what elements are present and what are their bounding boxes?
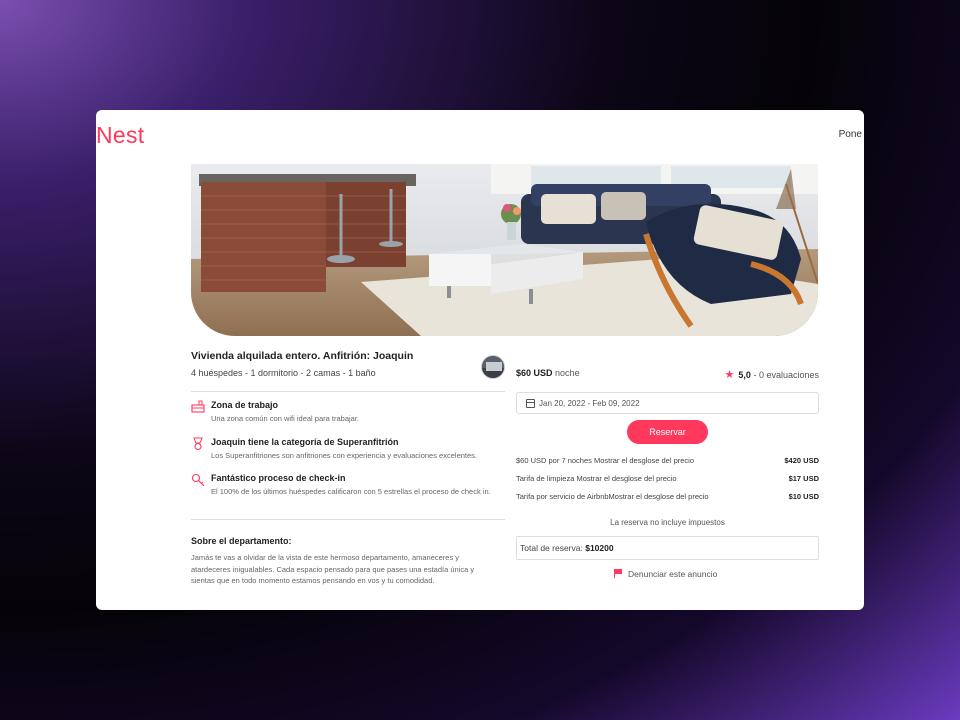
fee-label[interactable]: Tarifa de limpieza Mostrar el desglose d… <box>516 474 677 483</box>
header-menu-link[interactable]: Pone <box>839 129 862 140</box>
fee-amount: $10 USD <box>788 492 819 501</box>
listing-card: Nest Pone Vivienda alquilada entero. Anf… <box>96 110 864 610</box>
feature-title: Joaquin tiene la categoría de Superanfit… <box>211 437 399 447</box>
fee-row: Tarifa de limpieza Mostrar el desglose d… <box>516 474 819 483</box>
feature-description: Una zona común con wifi ideal para traba… <box>211 414 360 423</box>
report-label: Denunciar este anuncio <box>628 569 718 579</box>
feature-description: El 100% de los últimos huéspedes calific… <box>211 487 491 496</box>
report-listing-link[interactable]: Denunciar este anuncio <box>614 569 717 579</box>
feature-superhost: Joaquin tiene la categoría de Superanfit… <box>191 437 505 462</box>
listing-summary: Vivienda alquilada entero. Anfitrión: Jo… <box>191 350 505 378</box>
avatar[interactable] <box>481 355 505 379</box>
review-count: - 0 evaluaciones <box>753 370 819 380</box>
feature-title: Fantástico proceso de check-in <box>211 473 346 483</box>
total-value: $10200 <box>585 543 614 553</box>
fee-label[interactable]: Tarifa por servicio de AirbnbMostrar el … <box>516 492 709 501</box>
price-unit: noche <box>555 368 580 378</box>
feature-workspace: Zona de trabajo Una zona común con wifi … <box>191 400 505 425</box>
calendar-icon <box>526 399 535 408</box>
flag-icon <box>614 569 622 578</box>
date-range-value: Jan 20, 2022 - Feb 09, 2022 <box>539 399 640 408</box>
fee-row: Tarifa por servicio de AirbnbMostrar el … <box>516 492 819 501</box>
listing-title: Vivienda alquilada entero. Anfitrión: Jo… <box>191 350 414 362</box>
feature-title: Zona de trabajo <box>211 400 279 410</box>
about-text: Jamás te vas a olvidar de la vista de es… <box>191 553 475 586</box>
logo[interactable]: Nest <box>96 122 145 149</box>
date-range-picker[interactable]: Jan 20, 2022 - Feb 09, 2022 <box>516 392 819 414</box>
fee-amount: $420 USD <box>784 456 819 465</box>
total-box: Total de reserva: $10200 <box>516 536 819 560</box>
feature-description: Los Superanfitriones son anfitriones con… <box>211 451 477 460</box>
desk-icon <box>191 400 205 413</box>
key-icon <box>191 473 205 487</box>
fee-row: $60 USD por 7 noches Mostrar el desglose… <box>516 456 819 465</box>
fee-amount: $17 USD <box>788 474 819 483</box>
reserve-button[interactable]: Reservar <box>627 420 708 444</box>
listing-subtitle: 4 huéspedes - 1 dormitorio - 2 camas - 1… <box>191 368 376 378</box>
nightly-price: $60 USD noche <box>516 368 580 378</box>
tax-note: La reserva no incluye impuestos <box>610 518 725 527</box>
rating-summary: ★ 5,0 - 0 evaluaciones <box>725 368 819 381</box>
fee-label[interactable]: $60 USD por 7 noches Mostrar el desglose… <box>516 456 694 465</box>
rating-value: 5,0 <box>738 370 751 380</box>
divider <box>191 391 505 392</box>
medal-icon <box>193 437 203 451</box>
listing-photo <box>191 164 818 336</box>
divider <box>191 519 505 520</box>
price-value: $60 USD <box>516 368 553 378</box>
feature-checkin: Fantástico proceso de check-in El 100% d… <box>191 473 505 498</box>
star-icon: ★ <box>724 369 735 381</box>
total-label: Total de reserva: <box>520 543 583 553</box>
about-title: Sobre el departamento: <box>191 536 292 546</box>
